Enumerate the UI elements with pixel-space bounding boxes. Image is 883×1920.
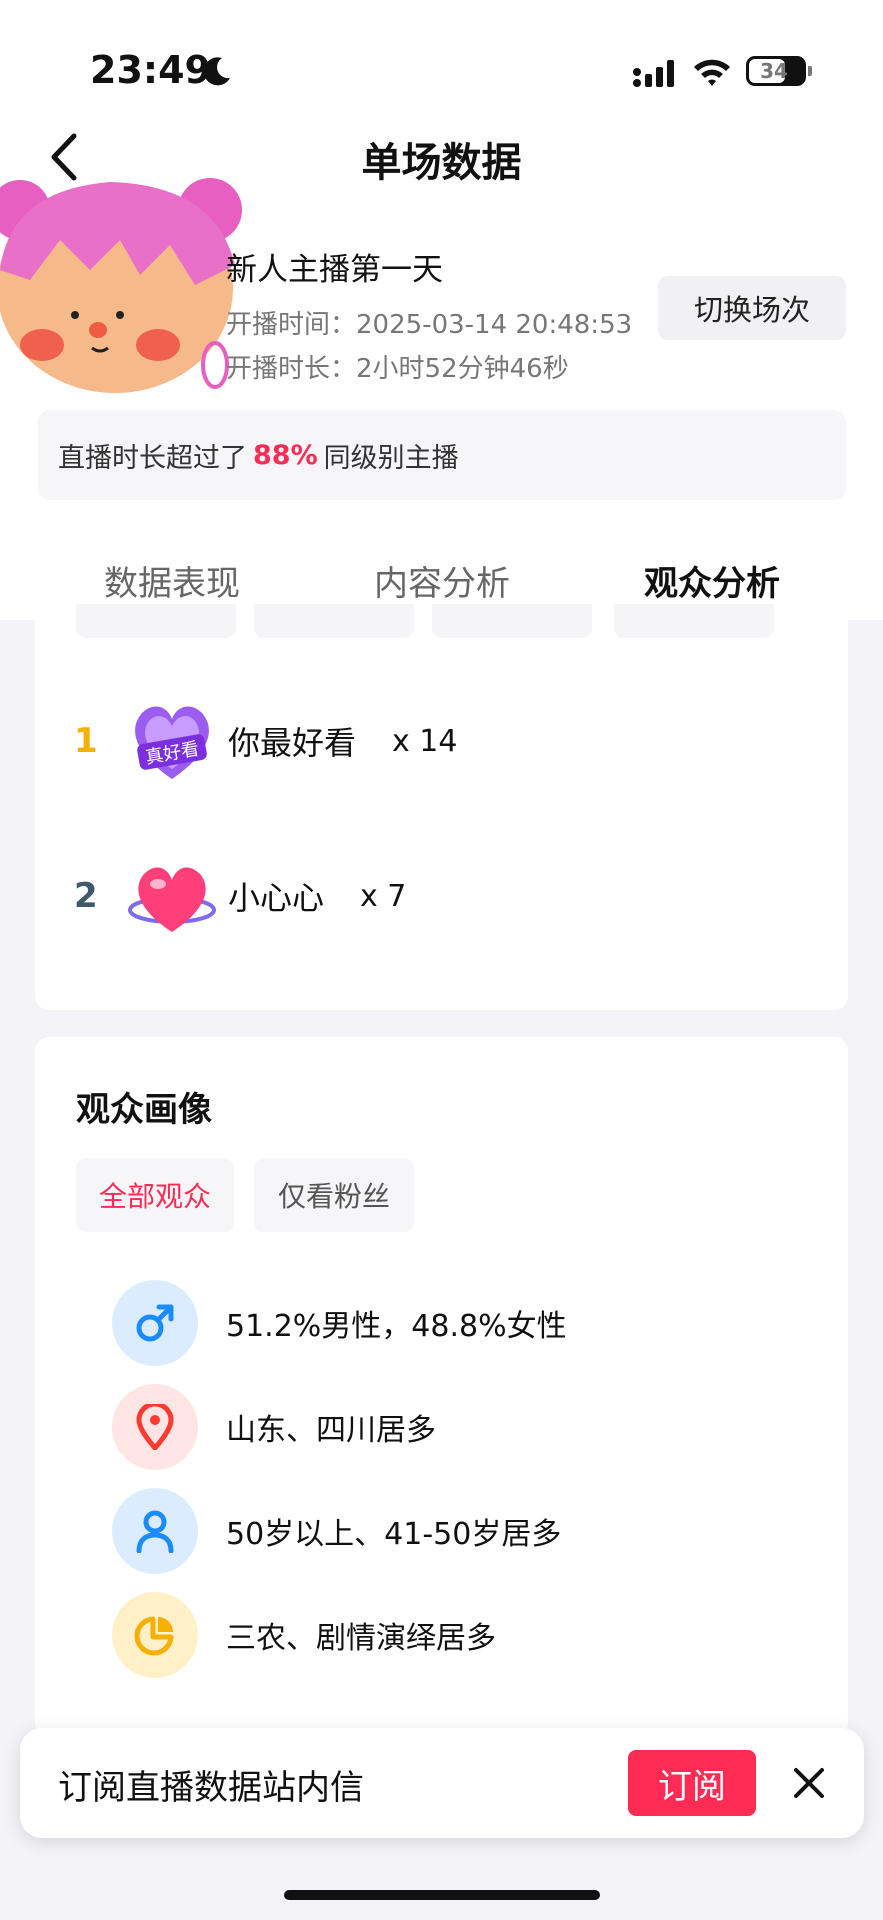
pie-chart-icon (112, 1592, 198, 1678)
switch-session-button[interactable]: 切换场次 (658, 276, 846, 340)
stat-interest: 三农、剧情演绎居多 (112, 1592, 496, 1678)
home-indicator[interactable] (284, 1890, 600, 1900)
tab-content-analysis[interactable]: 内容分析 (332, 556, 552, 605)
gift-list-item: 1 真好看 你最好看 x 14 (74, 693, 457, 789)
stat-age: 50岁以上、41-50岁居多 (112, 1488, 561, 1574)
gift-list-item: 2 小心心 x 7 (74, 848, 406, 944)
duration-value: 2小时52分钟46秒 (356, 354, 569, 384)
start-time-value: 2025-03-14 20:48:53 (356, 310, 633, 340)
location-text: 山东、四川居多 (226, 1413, 436, 1448)
pink-heart-gift-icon (128, 867, 216, 932)
compare-percentage: 88% (253, 439, 318, 471)
tab-data-performance[interactable]: 数据表现 (62, 556, 282, 605)
gender-text: 51.2%男性，48.8%女性 (226, 1309, 567, 1344)
location-pin-icon (112, 1384, 198, 1470)
gift-name: 小心心 (228, 879, 325, 917)
purple-heart-gift-icon: 真好看 (135, 706, 209, 779)
gift-count: x 14 (392, 723, 458, 759)
stat-gender: 51.2%男性，48.8%女性 (112, 1280, 567, 1366)
subscribe-text: 订阅直播数据站内信 (58, 1768, 364, 1808)
subscribe-button[interactable]: 订阅 (628, 1750, 756, 1816)
audience-profile-title: 观众画像 (76, 1090, 212, 1130)
compare-suffix: 同级别主播 (323, 442, 459, 474)
session-title: 新人主播第一天 (226, 252, 443, 288)
tab-audience-analysis[interactable]: 观众分析 (602, 556, 822, 605)
gift-ranking-card (35, 600, 848, 1010)
compare-prefix: 直播时长超过了 (58, 442, 247, 474)
start-time-label: 开播时间： (226, 310, 357, 340)
gift-rank: 2 (74, 876, 98, 916)
scrolled-chip (254, 604, 414, 638)
filter-fans-only[interactable]: 仅看粉丝 (254, 1158, 414, 1232)
close-icon[interactable] (790, 1764, 828, 1802)
scrolled-chip (614, 604, 774, 638)
moon-icon (203, 57, 230, 86)
gift-rank: 1 (74, 721, 98, 761)
age-text: 50岁以上、41-50岁居多 (226, 1517, 562, 1552)
stat-location: 山东、四川居多 (112, 1384, 436, 1470)
male-gender-icon (112, 1280, 198, 1366)
duration-comparison-banner: 直播时长超过了 88% 同级别主播 (38, 410, 846, 500)
gift-name: 你最好看 (228, 724, 357, 762)
scrolled-chip (76, 604, 236, 638)
duration-label: 开播时长： (226, 354, 357, 384)
status-time: 23:49 (90, 48, 211, 92)
sticker-avatar (0, 178, 242, 393)
person-icon (112, 1488, 198, 1574)
battery-icon: 34 (746, 56, 812, 86)
cellular-signal-icon (633, 60, 674, 87)
scrolled-chip (432, 604, 592, 638)
duration-row: 开播时长：2小时52分钟46秒 (226, 348, 569, 385)
battery-level: 34 (760, 59, 788, 83)
battery-tip (808, 66, 812, 76)
start-time-row: 开播时间：2025-03-14 20:48:53 (226, 304, 632, 341)
interest-text: 三农、剧情演绎居多 (226, 1621, 496, 1656)
gift-count: x 7 (360, 878, 407, 914)
wifi-icon (694, 59, 730, 86)
filter-all-audience[interactable]: 全部观众 (76, 1158, 234, 1232)
